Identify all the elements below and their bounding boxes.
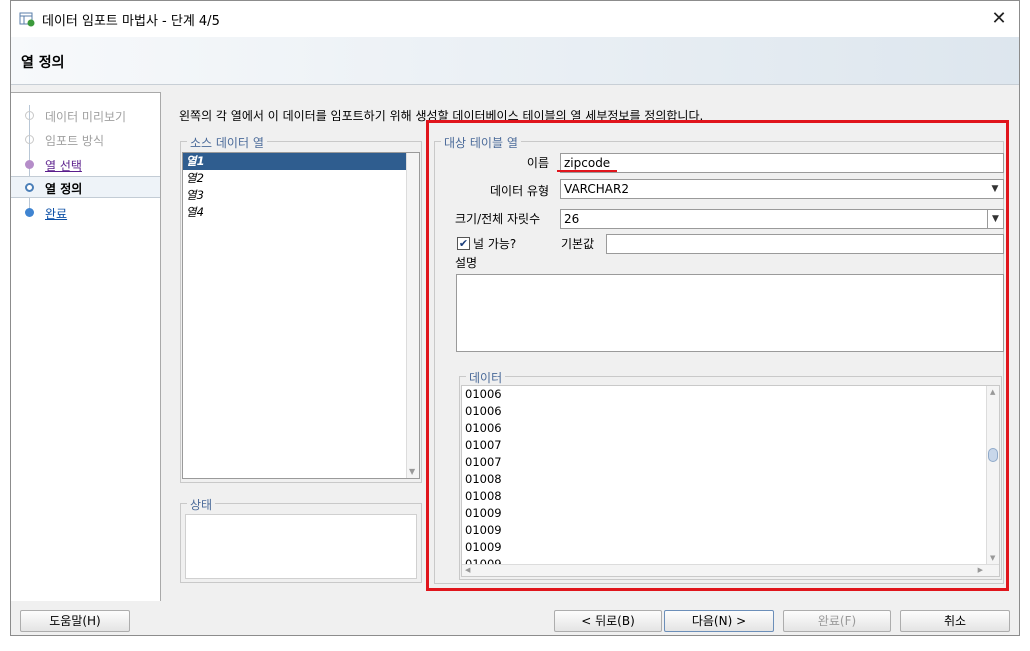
list-item: 01008 <box>465 472 502 486</box>
data-type-select[interactable]: VARCHAR2 ▼ <box>560 179 1004 199</box>
list-item: 01007 <box>465 455 502 469</box>
chevron-down-icon[interactable]: ▼ <box>987 210 1003 228</box>
target-column-group: 대상 테이블 열 이름 zipcode 데이터 유형 VARCHAR2 ▼ 크기… <box>434 134 1004 584</box>
data-type-value: VARCHAR2 <box>564 182 629 196</box>
status-legend: 상태 <box>187 496 216 513</box>
wizard-table-icon <box>19 12 35 27</box>
source-columns-group: 소스 데이터 열 열1 열2 열3 열4 ▼ <box>180 134 422 483</box>
name-underline-annotation <box>557 170 617 172</box>
step-pending-icon <box>25 208 34 217</box>
data-vertical-scrollbar[interactable]: ▲ ▼ <box>986 386 999 564</box>
step-current-icon <box>25 183 34 192</box>
nullable-checkbox[interactable]: ✔ <box>457 237 470 250</box>
step-data-preview: 데이터 미리보기 <box>11 105 160 127</box>
step-label: 데이터 미리보기 <box>45 110 127 124</box>
default-value-input[interactable] <box>606 234 1004 254</box>
source-columns-list[interactable]: 열1 열2 열3 열4 ▼ <box>182 152 420 479</box>
data-preview-group: 데이터 01006 01006 01006 01007 01007 01008 … <box>459 369 1002 580</box>
scroll-up-icon[interactable]: ▲ <box>990 388 995 396</box>
target-column-legend: 대상 테이블 열 <box>441 134 521 151</box>
list-item: 01007 <box>465 438 502 452</box>
scroll-down-icon[interactable]: ▼ <box>990 554 995 562</box>
page-header: 열 정의 <box>11 37 1019 85</box>
scroll-left-icon[interactable]: ◀ <box>465 566 470 574</box>
wizard-steps-nav: 데이터 미리보기 임포트 방식 열 선택 열 정의 완료 <box>11 92 161 601</box>
status-group: 상태 <box>180 496 422 583</box>
list-item: 01008 <box>465 489 502 503</box>
list-item[interactable]: 열4 <box>183 204 419 221</box>
data-preview-list[interactable]: 01006 01006 01006 01007 01007 01008 0100… <box>461 385 1000 577</box>
cancel-button[interactable]: 취소 <box>900 610 1010 632</box>
step-finish[interactable]: 완료 <box>11 202 160 224</box>
step-done-icon <box>25 111 34 120</box>
scroll-right-icon[interactable]: ▶ <box>978 566 983 574</box>
list-item: 01009 <box>465 523 502 537</box>
step-done-icon <box>25 135 34 144</box>
status-area <box>185 514 417 579</box>
step-visited-icon <box>25 160 34 169</box>
close-icon[interactable]: ✕ <box>987 7 1011 31</box>
name-label: 이름 <box>526 156 549 170</box>
page-title: 열 정의 <box>21 55 65 71</box>
step-select-columns[interactable]: 열 선택 <box>11 154 160 176</box>
step-import-method: 임포트 방식 <box>11 129 160 151</box>
size-value: 26 <box>564 212 580 226</box>
data-horizontal-scrollbar[interactable]: ◀ ▶ <box>462 564 999 576</box>
nullable-label: 널 가능? <box>473 237 517 251</box>
list-item[interactable]: 열2 <box>183 170 419 187</box>
column-name-input[interactable]: zipcode <box>560 153 1004 173</box>
next-button[interactable]: 다음(N) > <box>664 610 774 632</box>
column-name-value: zipcode <box>564 156 611 170</box>
data-preview-legend: 데이터 <box>466 369 506 386</box>
list-item[interactable]: 열3 <box>183 187 419 204</box>
finish-button[interactable]: 완료(F) <box>783 610 891 632</box>
window-title: 데이터 임포트 마법사 - 단계 4/5 <box>42 14 220 29</box>
data-rows: 01006 01006 01006 01007 01007 01008 0100… <box>462 386 999 573</box>
step-label: 임포트 방식 <box>45 134 105 148</box>
list-item: 01009 <box>465 506 502 520</box>
import-wizard-window: 데이터 임포트 마법사 - 단계 4/5 ✕ 열 정의 데이터 미리보기 임포트… <box>10 0 1020 636</box>
list-item: 01006 <box>465 404 502 418</box>
data-type-label: 데이터 유형 <box>489 184 549 198</box>
step-define-columns: 열 정의 <box>11 176 160 198</box>
title-bar: 데이터 임포트 마법사 - 단계 4/5 ✕ <box>11 1 1019 37</box>
default-label: 기본값 <box>561 237 595 251</box>
scroll-down-icon[interactable]: ▼ <box>409 467 415 476</box>
chevron-down-icon[interactable]: ▼ <box>987 180 1003 198</box>
step-label[interactable]: 열 선택 <box>45 157 82 174</box>
description-textarea[interactable] <box>456 274 1004 352</box>
list-item: 01006 <box>465 387 502 401</box>
scroll-thumb[interactable] <box>988 448 998 462</box>
help-button[interactable]: 도움말(H) <box>20 610 130 632</box>
step-label: 열 정의 <box>45 182 83 196</box>
source-columns-legend: 소스 데이터 열 <box>187 134 267 151</box>
size-label: 크기/전체 자릿수 <box>455 212 541 226</box>
source-list-scrollbar[interactable]: ▼ <box>406 153 419 478</box>
list-item[interactable]: 열1 <box>183 153 406 170</box>
list-item: 01009 <box>465 540 502 554</box>
step-label[interactable]: 완료 <box>45 205 67 222</box>
list-item: 01006 <box>465 421 502 435</box>
size-input[interactable]: 26 ▼ <box>560 209 1004 229</box>
back-button[interactable]: < 뒤로(B) <box>554 610 662 632</box>
description-label: 설명 <box>455 256 478 270</box>
